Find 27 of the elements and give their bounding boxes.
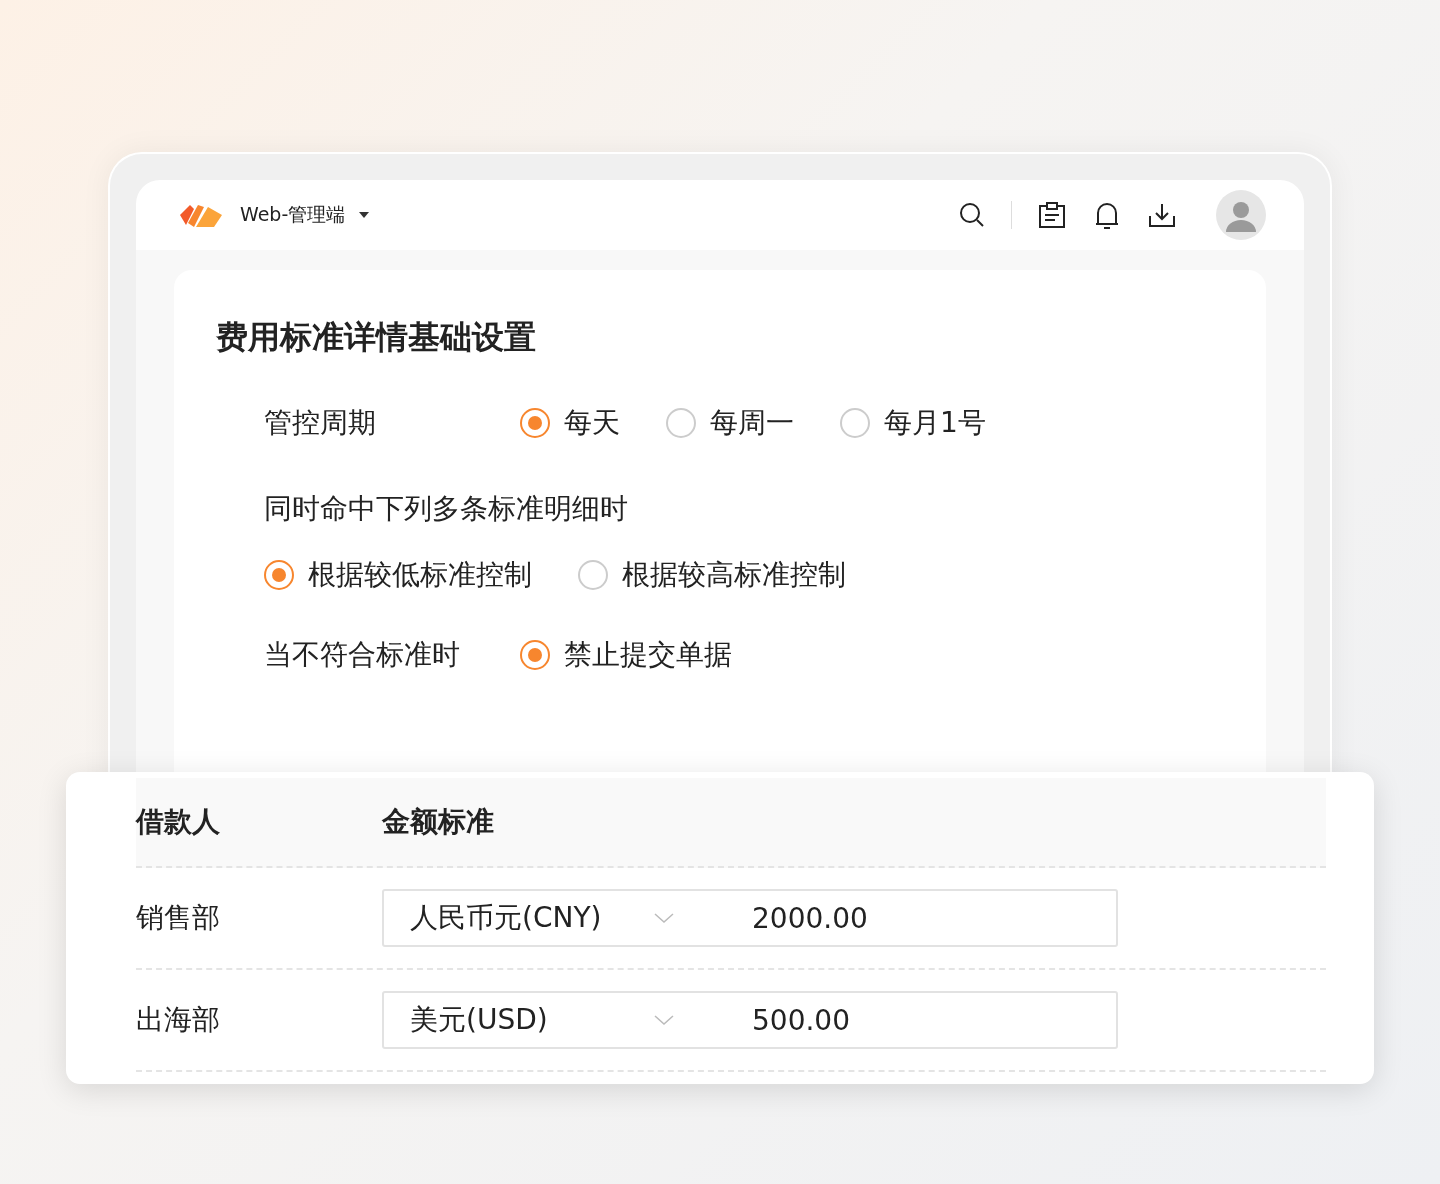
- field-label: 当不符合标准时: [264, 637, 461, 673]
- avatar-silhouette[interactable]: [1216, 190, 1266, 240]
- search-icon[interactable]: [959, 202, 985, 228]
- table-cell-text: 销售部: [136, 900, 221, 936]
- section-title: 费用标准详情基础设置: [216, 317, 537, 358]
- field-label: 同时命中下列多条标准明细时: [263, 491, 629, 527]
- radio-option[interactable]: 每周一: [666, 404, 794, 442]
- radio-option[interactable]: 禁止提交单据: [520, 636, 732, 674]
- currency-select[interactable]: 人民币元(CNY): [384, 899, 674, 937]
- radio-option[interactable]: 每天: [520, 404, 620, 442]
- field-label: 管控周期: [264, 405, 377, 441]
- radio-option[interactable]: 根据较低标准控制: [264, 556, 532, 594]
- clipboard-icon[interactable]: [1038, 201, 1066, 229]
- chevron-icon: [654, 913, 674, 923]
- caret-icon[interactable]: [359, 212, 370, 218]
- table-cell-text: 出海部: [136, 1002, 221, 1038]
- column-header: 借款人: [136, 804, 221, 840]
- download-icon[interactable]: [1148, 202, 1176, 228]
- radio-option[interactable]: 根据较高标准控制: [578, 556, 846, 594]
- app-name[interactable]: Web-管理端: [240, 202, 346, 228]
- column-header: 金额标准: [382, 804, 494, 840]
- amount-field[interactable]: 2000.00: [752, 901, 868, 935]
- notification-icon[interactable]: [1094, 200, 1120, 230]
- amount-field[interactable]: 500.00: [752, 1003, 850, 1037]
- currency-select[interactable]: 美元(USD): [384, 1001, 674, 1039]
- radio-option[interactable]: 每月1号: [840, 404, 986, 442]
- chevron-icon: [654, 1015, 674, 1025]
